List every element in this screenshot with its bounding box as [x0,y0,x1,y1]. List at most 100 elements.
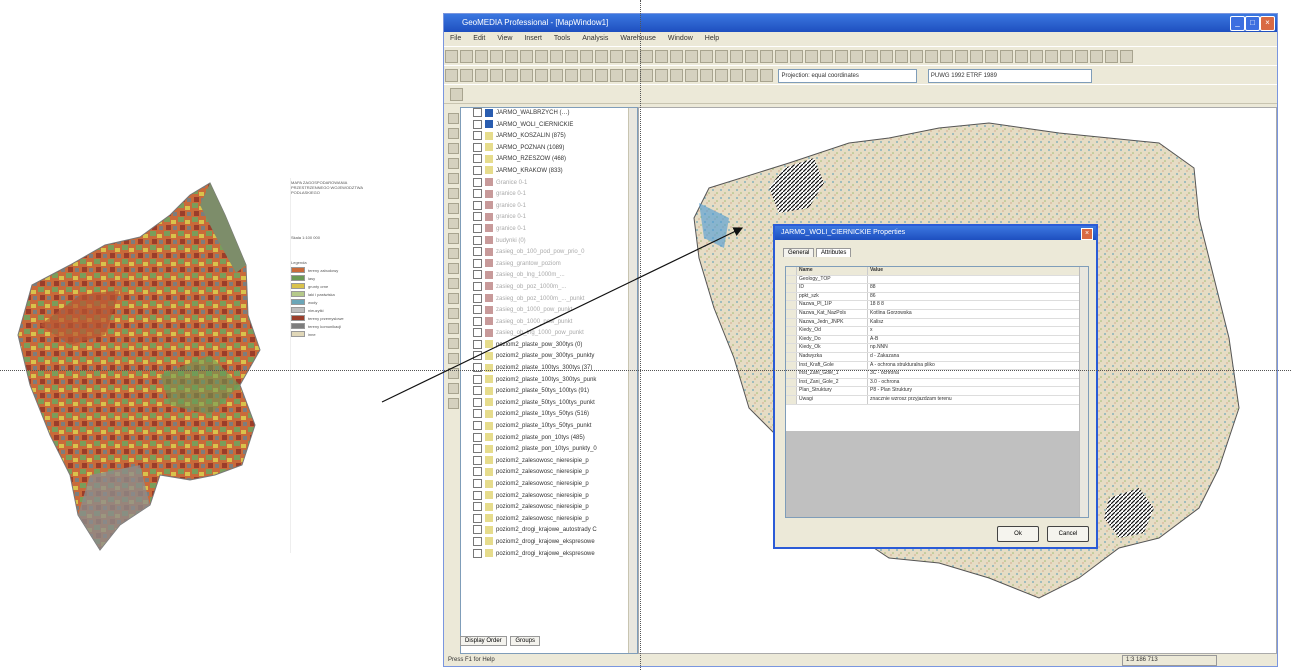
layer-item[interactable]: poziom2_zalesowosc_nieresipie_p [461,513,637,526]
standard-tool-icon-35[interactable] [955,50,968,63]
row-selector[interactable] [786,309,797,318]
standard-tool-icon-39[interactable] [1015,50,1028,63]
layer-visibility-checkbox[interactable] [473,421,482,431]
layer-visibility-checkbox[interactable] [473,212,482,222]
layer-visibility-checkbox[interactable] [473,513,482,523]
attribute-value[interactable]: 18 8 8 [868,301,1088,309]
layer-visibility-checkbox[interactable] [473,374,482,384]
layer-visibility-checkbox[interactable] [473,397,482,407]
maximize-button[interactable]: □ [1245,16,1260,31]
attribute-row[interactable]: ID 88 [786,284,1088,293]
row-selector[interactable] [786,344,797,352]
standard-tool-icon-46[interactable] [1120,50,1133,63]
standard-tool-icon-45[interactable] [1105,50,1118,63]
minimize-button[interactable]: _ [1230,16,1245,31]
layer-item[interactable]: JARMO_WALBRZYCH (…) [461,108,637,120]
layer-item[interactable]: poziom2_drogi_krajowe_ekspresowe [461,536,637,549]
filter-icon[interactable] [450,88,463,101]
menu-item-insert[interactable]: Insert [524,35,542,42]
standard-tool-icon-30[interactable] [880,50,893,63]
row-selector[interactable] [786,275,797,284]
layer-item[interactable]: poziom2_plaste_10tys_50tys_punkt [461,421,637,433]
drawing-tool-icon-20[interactable] [730,69,743,82]
drawing-tool-icon-18[interactable] [700,69,713,82]
standard-tool-icon-15[interactable] [655,50,668,63]
drawing-tool-icon-13[interactable] [625,69,638,82]
attribute-row[interactable]: Kiedy_Od x [786,327,1088,336]
drawing-tool-icon-22[interactable] [760,69,773,82]
standard-tool-icon-6[interactable] [520,50,533,63]
standard-tool-icon-44[interactable] [1090,50,1103,63]
layer-item[interactable]: poziom2_plaste_100tys_300tys_punk [461,374,637,387]
grid-scrollbar[interactable] [1079,267,1088,517]
layer-visibility-checkbox[interactable] [473,386,482,396]
layer-item[interactable]: poziom2_zalesowosc_nieresipie_p [461,490,637,503]
layer-visibility-checkbox[interactable] [473,119,482,129]
standard-tool-icon-43[interactable] [1075,50,1088,63]
close-button[interactable]: × [1260,16,1275,31]
attribute-row[interactable]: Nazwa_Pl_1IP 18 8 8 [786,301,1088,310]
vertical-tool-icon-3[interactable] [448,143,459,154]
vertical-tool-icon-14[interactable] [448,308,459,319]
standard-tool-icon-23[interactable] [775,50,788,63]
standard-tool-icon-29[interactable] [865,50,878,63]
layer-item[interactable]: zasieg_ob_1000_pow_punkt [461,316,637,329]
standard-tool-icon-8[interactable] [550,50,563,63]
standard-tool-icon-32[interactable] [910,50,923,63]
layer-visibility-checkbox[interactable] [473,409,482,419]
row-selector[interactable] [786,387,797,395]
vertical-tool-icon-9[interactable] [448,233,459,244]
standard-tool-icon-14[interactable] [640,50,653,63]
drawing-tool-icon-8[interactable] [550,69,563,82]
standard-tool-icon-12[interactable] [610,50,623,63]
drawing-tool-icon-10[interactable] [580,69,593,82]
layer-visibility-checkbox[interactable] [473,502,482,512]
dialog-close-icon[interactable]: × [1081,228,1093,240]
standard-tool-icon-16[interactable] [670,50,683,63]
vertical-tool-icon-10[interactable] [448,248,459,259]
layer-item[interactable]: granice 0-1 [461,200,637,213]
layer-visibility-checkbox[interactable] [473,258,482,268]
row-selector[interactable] [786,327,797,335]
drawing-tool-icon-5[interactable] [505,69,518,82]
layer-visibility-checkbox[interactable] [473,189,482,199]
standard-tool-icon-20[interactable] [730,50,743,63]
layer-item[interactable]: JARMO_KOSZALIN (875) [461,131,637,143]
layer-visibility-checkbox[interactable] [473,108,482,117]
attribute-value[interactable]: znacznie wzrosz przyjazdzam terenu [868,396,1088,404]
attribute-value[interactable]: 3.0 - ochrona [868,379,1088,387]
standard-tool-icon-33[interactable] [925,50,938,63]
layer-item[interactable]: zasieg_ob_lng_1000m_... [461,270,637,282]
layer-item[interactable]: zasieg_ob_100_pod_pow_prio_0 [461,247,637,259]
layer-item[interactable]: poziom2_plaste_100tys_300tys (37) [461,363,637,375]
standard-tool-icon-4[interactable] [490,50,503,63]
layer-item[interactable]: poziom2_zalesowosc_nieresipie_p [461,502,637,514]
layer-item[interactable]: poziom2_plaste_10tys_50tys (516) [461,409,637,421]
layer-item[interactable]: JARMO_POZNAN (1089) [461,142,637,155]
standard-tool-icon-34[interactable] [940,50,953,63]
vertical-tool-icon-12[interactable] [448,278,459,289]
drawing-tool-icon-1[interactable] [445,69,458,82]
drawing-tool-icon-16[interactable] [670,69,683,82]
attribute-value[interactable] [868,276,1088,284]
drawing-tool-icon-15[interactable] [655,69,668,82]
layer-item[interactable]: granice 0-1 [461,212,637,224]
layer-item[interactable]: zasieg_ob_poz_1000m_..._punkt [461,293,637,306]
layer-visibility-checkbox[interactable] [473,351,482,361]
row-selector[interactable] [786,335,797,344]
drawing-tool-icon-12[interactable] [610,69,623,82]
dialog-titlebar[interactable]: JARMO_WOLI_CIERNICKIE Properties × [775,226,1096,240]
attribute-row[interactable]: Kiedy_Do A-B [786,335,1088,345]
drawing-tool-icon-14[interactable] [640,69,653,82]
layer-item[interactable]: granice 0-1 [461,189,637,201]
menu-item-tools[interactable]: Tools [554,35,570,42]
layer-item[interactable]: JARMO_KRAKOW (833) [461,165,637,178]
vertical-tool-icon-15[interactable] [448,323,459,334]
layer-item[interactable]: JARMO_RZESZOW (468) [461,154,637,166]
menu-item-window[interactable]: Window [668,35,693,42]
standard-tool-icon-27[interactable] [835,50,848,63]
row-selector[interactable] [786,301,797,309]
layer-visibility-checkbox[interactable] [473,316,482,326]
standard-tool-icon-22[interactable] [760,50,773,63]
row-selector[interactable] [786,318,797,327]
